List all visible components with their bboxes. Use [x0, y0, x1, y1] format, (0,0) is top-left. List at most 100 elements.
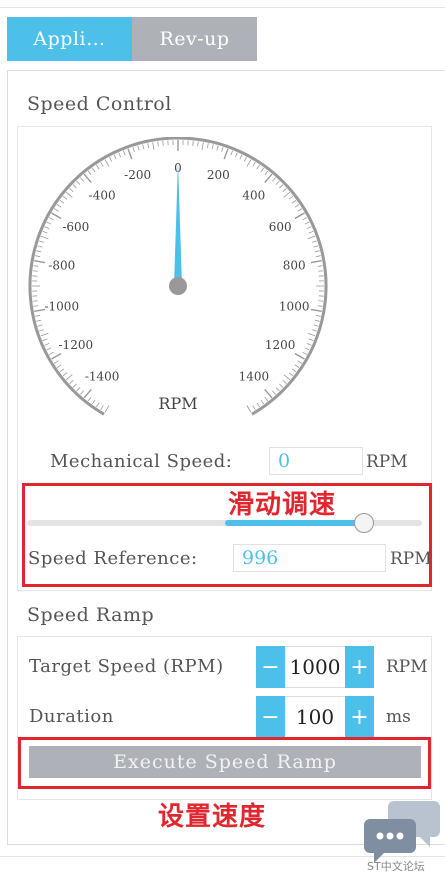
gauge-tick	[307, 235, 316, 240]
gauge-tick	[118, 152, 122, 158]
gauge-tick	[275, 180, 280, 185]
target-speed-decrement-button[interactable]: −	[256, 646, 285, 688]
gauge-hub	[169, 277, 187, 295]
gauge-tick	[32, 300, 38, 302]
gauge-tick	[264, 396, 269, 402]
gauge-tick	[39, 240, 45, 243]
gauge-tick	[100, 405, 104, 411]
gauge-tick	[230, 150, 234, 156]
tab-rev-up[interactable]: Rev-up	[132, 17, 257, 61]
gauge-tick	[104, 159, 110, 167]
gauge-tick-label: 600	[269, 220, 292, 234]
gauge-tick	[294, 352, 305, 360]
gauge-tick	[291, 199, 297, 204]
gauge-tick	[308, 230, 314, 234]
gauge-tick-label: 1000	[279, 299, 310, 313]
gauge-tick	[46, 347, 52, 351]
gauge-tick	[42, 338, 48, 342]
gauge-tick-label: -800	[48, 259, 75, 273]
gauge-tick	[37, 245, 43, 248]
gauge-tick	[91, 167, 96, 173]
tab-application[interactable]: Appli…	[7, 17, 132, 61]
gauge-tick	[317, 265, 323, 267]
gauge-tick	[59, 368, 65, 373]
gauge-tick	[72, 184, 77, 189]
gauge-tick	[122, 150, 126, 156]
gauge-tick	[42, 230, 48, 234]
duration-input[interactable]: 100	[285, 696, 345, 738]
gauge-tick-label: -200	[124, 168, 151, 182]
gauge-tick	[291, 368, 297, 373]
target-speed-stepper: − 1000 +	[256, 646, 374, 688]
gauge-tick	[294, 204, 300, 208]
gauge-tick	[33, 305, 39, 307]
duration-increment-button[interactable]: +	[345, 696, 374, 738]
gauge-tick-label: 1200	[265, 338, 296, 352]
duration-stepper: − 100 +	[256, 696, 374, 738]
gauge-tick	[317, 305, 323, 307]
gauge-tick	[34, 308, 46, 313]
gauge-tick	[313, 245, 319, 248]
slider-annotation-text: 滑动调速	[228, 490, 337, 520]
gauge-tick	[33, 265, 39, 267]
gauge-tick	[87, 396, 92, 402]
speed-slider-thumb[interactable]	[354, 513, 374, 533]
gauge-tick	[297, 208, 303, 212]
gauge-tick	[142, 144, 145, 150]
gauge-tick	[152, 142, 155, 151]
target-speed-unit: RPM	[386, 657, 428, 677]
gauge-tick-label: -1000	[44, 299, 79, 313]
gauge-tick	[310, 308, 322, 313]
target-speed-input[interactable]: 1000	[285, 646, 345, 688]
gauge-tick	[83, 388, 92, 399]
gauge-tick	[69, 380, 74, 384]
gauge-tick	[104, 405, 110, 413]
execute-speed-ramp-button[interactable]: Execute Speed Ramp	[29, 746, 421, 778]
gauge-tick-label: 1400	[239, 369, 270, 383]
gauge-tick	[147, 143, 150, 149]
gauge-tick	[201, 142, 204, 151]
gauge-tick	[96, 164, 100, 170]
gauge-tick	[310, 259, 322, 264]
speed-reference-label: Speed Reference:	[28, 548, 198, 569]
gauge-tick	[46, 221, 52, 225]
mechanical-speed-unit: RPM	[366, 452, 408, 472]
gauge-tick-label: 200	[207, 168, 230, 182]
top-divider	[0, 0, 445, 8]
gauge-tick	[223, 148, 229, 160]
gauge-tick	[260, 167, 265, 173]
gauge-tick	[264, 170, 269, 176]
gauge-tick	[239, 154, 243, 160]
duration-label: Duration	[29, 706, 114, 727]
gauge-tick	[297, 360, 303, 364]
gauge-tick	[40, 332, 49, 337]
gauge-tick	[318, 270, 324, 272]
duration-decrement-button[interactable]: −	[256, 696, 285, 738]
gauge-tick	[59, 199, 65, 204]
gauge-tick	[87, 170, 92, 176]
gauge-tick	[216, 145, 219, 151]
gauge-tick	[62, 195, 68, 200]
speed-control-title: Speed Control	[27, 93, 172, 115]
gauge-tick	[162, 140, 164, 146]
target-speed-increment-button[interactable]: +	[345, 646, 374, 688]
mechanical-speed-label: Mechanical Speed:	[50, 451, 233, 472]
gauge-tick	[308, 338, 314, 342]
gauge-tick	[221, 147, 224, 153]
gauge-tick	[34, 259, 46, 264]
gauge-tick	[311, 240, 317, 243]
speed-reference-input[interactable]: 996	[233, 544, 386, 572]
gauge-tick	[314, 250, 320, 253]
gauge-tick	[91, 399, 96, 405]
gauge-tick	[100, 161, 104, 167]
gauge-tick-label: 800	[283, 259, 306, 273]
tab-bar: Appli… Rev-up	[7, 17, 257, 61]
gauge-tick	[279, 383, 284, 388]
gauge-tick-label: -1400	[85, 369, 120, 383]
gauge-tick	[132, 147, 135, 153]
gauge-tick	[56, 364, 62, 368]
gauge-tick	[48, 217, 54, 221]
gauge-needle	[174, 161, 182, 286]
mechanical-speed-field: 0	[269, 447, 363, 475]
gauge-tick	[157, 141, 159, 147]
